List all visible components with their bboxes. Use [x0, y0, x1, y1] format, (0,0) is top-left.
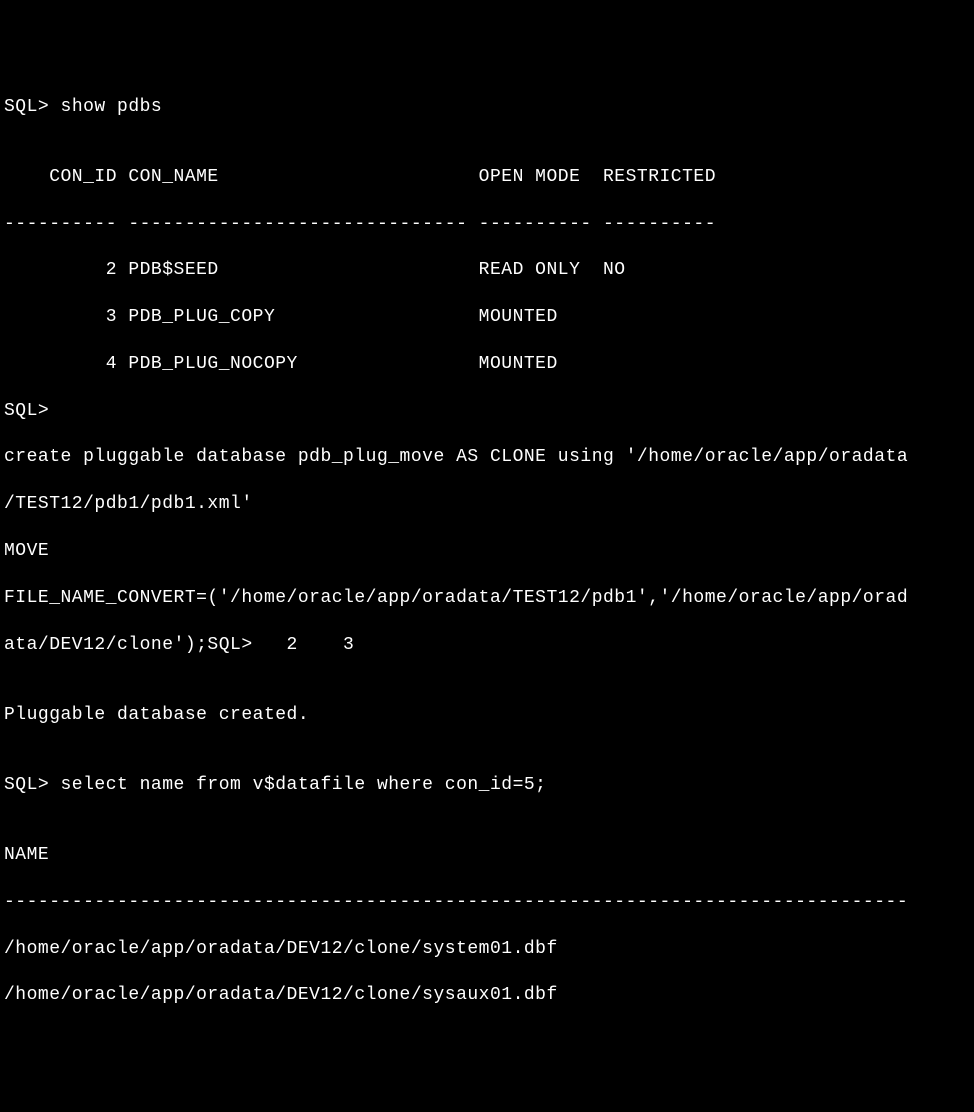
sql-statement: MOVE — [4, 540, 970, 563]
sql-statement: create pluggable database pdb_plug_move … — [4, 446, 970, 469]
sql-statement: FILE_NAME_CONVERT=('/home/oracle/app/ora… — [4, 587, 970, 610]
result-message: Pluggable database created. — [4, 704, 970, 727]
command-text: show pdbs — [49, 97, 162, 117]
sql-prompt: SQL> — [4, 400, 970, 423]
table-row: 3 PDB_PLUG_COPY MOUNTED — [4, 306, 970, 329]
sql-statement: /TEST12/pdb1/pdb1.xml' — [4, 493, 970, 516]
column-divider: ----------------------------------------… — [4, 891, 970, 914]
table-row: 4 PDB_PLUG_NOCOPY MOUNTED — [4, 353, 970, 376]
table-row: 2 PDB$SEED READ ONLY NO — [4, 259, 970, 282]
column-header: NAME — [4, 844, 970, 867]
table-header: CON_ID CON_NAME OPEN MODE RESTRICTED — [4, 166, 970, 189]
file-path: /home/oracle/app/oradata/DEV12/clone/sys… — [4, 984, 970, 1007]
sql-statement: ata/DEV12/clone');SQL> 2 3 — [4, 634, 970, 657]
sql-command: SQL> select name from v$datafile where c… — [4, 774, 970, 797]
file-path: /home/oracle/app/oradata/DEV12/clone/sys… — [4, 938, 970, 961]
table-divider: ---------- -----------------------------… — [4, 213, 970, 236]
sql-prompt: SQL> — [4, 97, 49, 117]
terminal-output: SQL> show pdbs — [4, 96, 970, 119]
